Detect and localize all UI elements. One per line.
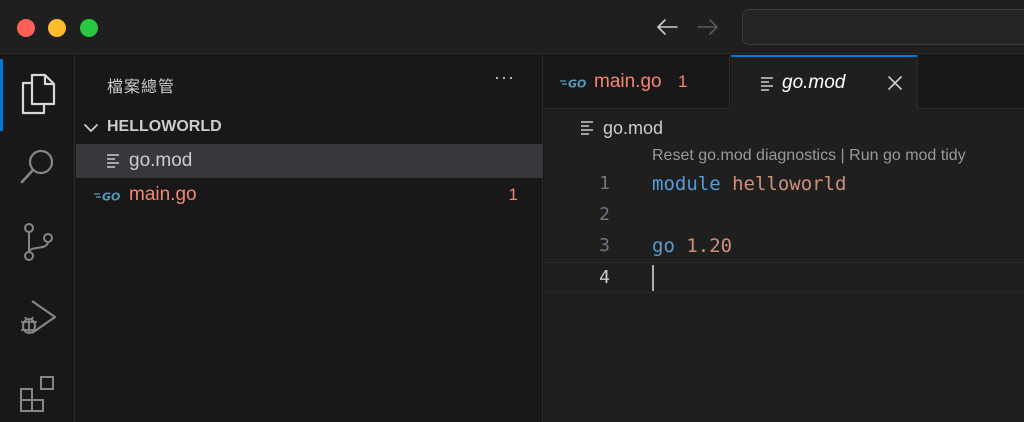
file-item-go-mod[interactable]: go.mod: [76, 144, 543, 178]
code-token: module: [652, 173, 721, 195]
close-icon: [888, 76, 902, 90]
minimize-window-button[interactable]: [48, 19, 66, 37]
problem-count-badge: 1: [678, 72, 688, 91]
more-actions-button[interactable]: ···: [494, 67, 515, 88]
editor-area: GO main.go 1 go.mod go.mod Reset go.mod …: [544, 55, 1024, 422]
breadcrumb-label: go.mod: [603, 117, 664, 138]
line-number: 3: [599, 235, 610, 256]
tab-label: main.go: [594, 71, 662, 92]
go-file-icon: GO: [560, 78, 586, 90]
activity-source-control[interactable]: [0, 207, 75, 277]
code-line[interactable]: 4: [544, 262, 1024, 293]
title-bar: [0, 0, 1024, 54]
lines-file-icon: [581, 121, 593, 135]
tab-bar: GO main.go 1 go.mod: [544, 55, 1024, 110]
code-token: 1.20: [686, 235, 733, 257]
line-code: go 1.20: [652, 235, 732, 257]
back-button[interactable]: [652, 12, 682, 42]
text-cursor: [652, 265, 654, 291]
tab-main-go[interactable]: GO main.go 1: [544, 55, 730, 109]
code-line[interactable]: 3 go 1.20: [544, 231, 1024, 262]
codelens-actions[interactable]: Reset go.mod diagnostics | Run go mod ti…: [652, 147, 966, 165]
close-window-button[interactable]: [17, 19, 35, 37]
extensions-icon: [19, 376, 54, 412]
command-center-search[interactable]: [742, 9, 1024, 45]
activity-run-debug[interactable]: [0, 283, 75, 353]
search-icon: [20, 149, 53, 184]
code-token: helloworld: [732, 173, 847, 195]
svg-text:GO: GO: [568, 78, 586, 90]
file-name: main.go: [129, 184, 197, 205]
line-number: 1: [599, 173, 610, 194]
tab-label: go.mod: [782, 72, 846, 93]
svg-text:GO: GO: [102, 191, 120, 203]
activity-extensions[interactable]: [0, 359, 75, 422]
line-number: 4: [599, 267, 610, 288]
activity-explorer[interactable]: [0, 59, 75, 129]
folder-header[interactable]: HELLOWORLD: [76, 115, 543, 141]
code-line[interactable]: 1 module helloworld: [544, 169, 1024, 200]
line-code: module helloworld: [652, 173, 846, 195]
problem-count-badge: 1: [508, 185, 518, 204]
tab-go-mod[interactable]: go.mod: [731, 55, 918, 110]
zoom-window-button[interactable]: [80, 19, 98, 37]
source-control-icon: [23, 223, 53, 261]
chevron-down-icon: [84, 124, 98, 132]
lines-file-icon: [761, 77, 773, 91]
run-debug-icon: [20, 300, 56, 334]
code-token: go: [652, 235, 675, 257]
tab-close-button[interactable]: [883, 71, 907, 95]
folder-name: HELLOWORLD: [107, 118, 222, 135]
sidebar-title: 檔案總管: [107, 79, 176, 96]
lines-file-icon: [107, 154, 119, 168]
code-line[interactable]: 2: [544, 200, 1024, 231]
explorer-sidebar: 檔案總管 ··· HELLOWORLD go.mod GO main.go 1: [76, 55, 543, 422]
file-name: go.mod: [129, 150, 193, 171]
breadcrumb[interactable]: go.mod: [580, 117, 663, 139]
explorer-icon: [21, 73, 55, 115]
arrow-right-icon: [697, 19, 718, 35]
activity-search[interactable]: [0, 131, 75, 201]
forward-button[interactable]: [693, 12, 723, 42]
go-file-icon: GO: [94, 191, 120, 203]
activity-bar: [0, 55, 75, 422]
arrow-left-icon: [657, 19, 678, 35]
line-number: 2: [599, 204, 610, 225]
file-item-main-go[interactable]: GO main.go 1: [76, 178, 543, 212]
